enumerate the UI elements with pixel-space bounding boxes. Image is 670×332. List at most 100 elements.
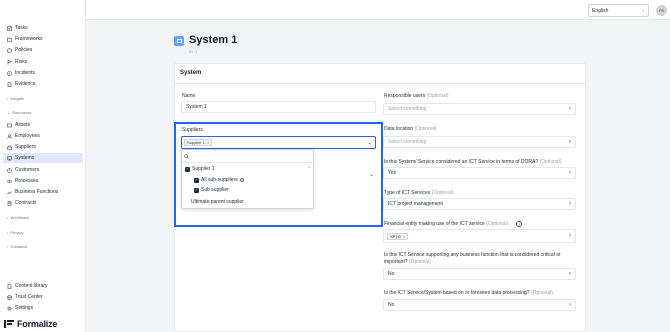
page-title: System 1 bbox=[189, 34, 238, 46]
sidebar-item-label: Tasks bbox=[15, 25, 28, 31]
chevron-right-icon: › bbox=[7, 96, 9, 101]
sidebar: Tasks Frameworks Policies Risks Incident… bbox=[0, 0, 86, 332]
customers-icon bbox=[7, 167, 12, 173]
ict-type-label: Type of ICT Services (Optional) bbox=[384, 190, 454, 196]
sidebar-item-label: Policies bbox=[15, 47, 33, 53]
responsible-users-label: Responsible users (Optional) bbox=[384, 93, 449, 99]
chevron-right-icon: › bbox=[569, 106, 571, 112]
sidebar-item-assets[interactable]: Assets bbox=[3, 120, 83, 130]
incidents-icon bbox=[7, 70, 12, 76]
evidence-icon bbox=[7, 81, 12, 87]
sidebar-item-label: Trust Center bbox=[15, 294, 43, 300]
sidebar-group-insights[interactable]: › Insights bbox=[7, 96, 24, 101]
supplier-tag[interactable]: Supplier 1 × bbox=[184, 139, 213, 146]
option-ultimate-parent-supplier[interactable]: Ultimate parent supplier bbox=[191, 199, 244, 205]
help-icon[interactable]: ? bbox=[239, 178, 244, 182]
name-input[interactable]: System 1 bbox=[181, 101, 376, 113]
help-icon[interactable]: ? bbox=[516, 221, 522, 227]
dropdown-search[interactable] bbox=[184, 153, 311, 162]
suppliers-label: Suppliers bbox=[182, 127, 203, 133]
sidebar-item-business-functions[interactable]: Business Functions bbox=[3, 187, 83, 197]
sidebar-item-risks[interactable]: Risks bbox=[3, 57, 83, 67]
sidebar-item-contracts[interactable]: Contracts bbox=[3, 198, 83, 208]
page-id: ID: 1 bbox=[189, 49, 198, 54]
suppliers-icon bbox=[7, 145, 12, 150]
name-label: Name bbox=[182, 93, 196, 99]
remove-tag-icon[interactable]: × bbox=[207, 140, 209, 145]
sidebar-item-label: Systems bbox=[15, 155, 35, 161]
avatar[interactable]: FS bbox=[656, 5, 667, 16]
data-processing-select[interactable]: No › bbox=[383, 299, 576, 311]
sidebar-item-content-library[interactable]: Content library bbox=[3, 281, 83, 291]
sidebar-item-label: Assets bbox=[15, 122, 31, 128]
assets-icon bbox=[7, 123, 12, 128]
formalize-logo-icon bbox=[4, 320, 14, 328]
chevron-down-icon[interactable]: ⌄ bbox=[367, 139, 372, 146]
critical-function-label: Is this ICT Service supporting any busin… bbox=[384, 252, 561, 265]
sidebar-item-trust-center[interactable]: Trust Center bbox=[3, 292, 83, 302]
business-functions-icon bbox=[7, 190, 12, 195]
financial-entity-tag[interactable]: XPTO × bbox=[387, 233, 409, 240]
divider bbox=[182, 162, 313, 163]
sidebar-item-label: Frameworks bbox=[15, 36, 43, 42]
sidebar-item-frameworks[interactable]: Frameworks bbox=[3, 34, 83, 44]
chevron-right-icon: › bbox=[569, 201, 571, 207]
chevron-right-icon: › bbox=[7, 215, 9, 220]
sidebar-item-evidence[interactable]: Evidence bbox=[3, 79, 83, 89]
critical-function-select[interactable]: No › bbox=[383, 268, 576, 280]
sidebar-item-label: Processes bbox=[15, 178, 39, 184]
chevron-right-icon: › bbox=[7, 244, 9, 249]
employees-icon bbox=[7, 133, 12, 139]
sidebar-item-tasks[interactable]: Tasks bbox=[3, 23, 83, 33]
language-select[interactable]: English › bbox=[588, 4, 649, 17]
remove-tag-icon[interactable]: × bbox=[403, 234, 405, 239]
sidebar-item-policies[interactable]: Policies bbox=[3, 45, 83, 55]
sidebar-item-suppliers[interactable]: Suppliers bbox=[3, 142, 83, 152]
data-location-select[interactable]: Select something › bbox=[383, 136, 576, 148]
divider bbox=[175, 83, 585, 84]
sidebar-item-label: Risks bbox=[15, 59, 28, 65]
sidebar-group-resources[interactable]: ⌄ Resources bbox=[7, 110, 31, 115]
content-library-icon bbox=[7, 283, 12, 289]
sidebar-item-incidents[interactable]: Incidents bbox=[3, 68, 83, 78]
sidebar-item-label: Content library bbox=[15, 283, 48, 289]
sidebar-group-guidance[interactable]: › Guidance bbox=[7, 244, 27, 249]
chevron-right-icon: › bbox=[569, 139, 571, 145]
chevron-up-icon[interactable]: ⌃ bbox=[307, 166, 311, 172]
tasks-icon bbox=[7, 25, 12, 31]
option-supplier-1[interactable]: ✓ Supplier 1 bbox=[185, 166, 215, 172]
checkbox-checked-icon[interactable]: ✓ bbox=[194, 187, 199, 193]
chevron-right-icon: › bbox=[642, 7, 644, 14]
ict-service-select[interactable]: Yes › bbox=[383, 167, 576, 179]
option-all-sub-suppliers[interactable]: ✓ All sub-suppliers ? bbox=[194, 177, 244, 183]
sidebar-item-label: Employees bbox=[15, 133, 40, 139]
option-sub-supplier[interactable]: ✓ Sub supplier bbox=[194, 187, 229, 193]
sidebar-item-systems[interactable]: Systems bbox=[3, 153, 83, 163]
checkbox-checked-icon[interactable]: ✓ bbox=[194, 177, 199, 183]
frameworks-icon bbox=[7, 37, 12, 42]
system-icon bbox=[174, 36, 184, 46]
brand-logo[interactable]: Formalize bbox=[4, 319, 57, 329]
gear-icon bbox=[7, 305, 12, 311]
sidebar-item-settings[interactable]: Settings bbox=[3, 303, 83, 313]
policies-icon bbox=[7, 47, 12, 53]
responsible-users-select[interactable]: Select something › bbox=[383, 103, 576, 115]
language-value: English bbox=[592, 7, 609, 14]
sidebar-item-label: Contracts bbox=[15, 200, 37, 206]
chevron-down-icon[interactable]: ⌄ bbox=[369, 171, 374, 178]
financial-entity-label: Financial entity making use of the ICT s… bbox=[384, 221, 509, 227]
financial-entity-select[interactable]: › bbox=[383, 229, 576, 243]
chevron-down-icon: ⌄ bbox=[7, 110, 11, 115]
card-title: System bbox=[180, 70, 202, 76]
sidebar-item-processes[interactable]: Processes bbox=[3, 176, 83, 186]
sidebar-group-workflows[interactable]: › Workflows bbox=[7, 215, 29, 220]
ict-type-select[interactable]: ICT project management › bbox=[383, 198, 576, 210]
sidebar-item-customers[interactable]: Customers bbox=[3, 165, 83, 175]
sidebar-group-privacy[interactable]: › Privacy bbox=[7, 230, 23, 235]
sidebar-item-employees[interactable]: Employees bbox=[3, 131, 83, 141]
processes-icon bbox=[7, 179, 12, 184]
sidebar-item-label: Customers bbox=[15, 167, 40, 173]
top-bar bbox=[86, 0, 670, 20]
sidebar-item-label: Evidence bbox=[15, 81, 36, 87]
checkbox-checked-icon[interactable]: ✓ bbox=[185, 166, 190, 172]
